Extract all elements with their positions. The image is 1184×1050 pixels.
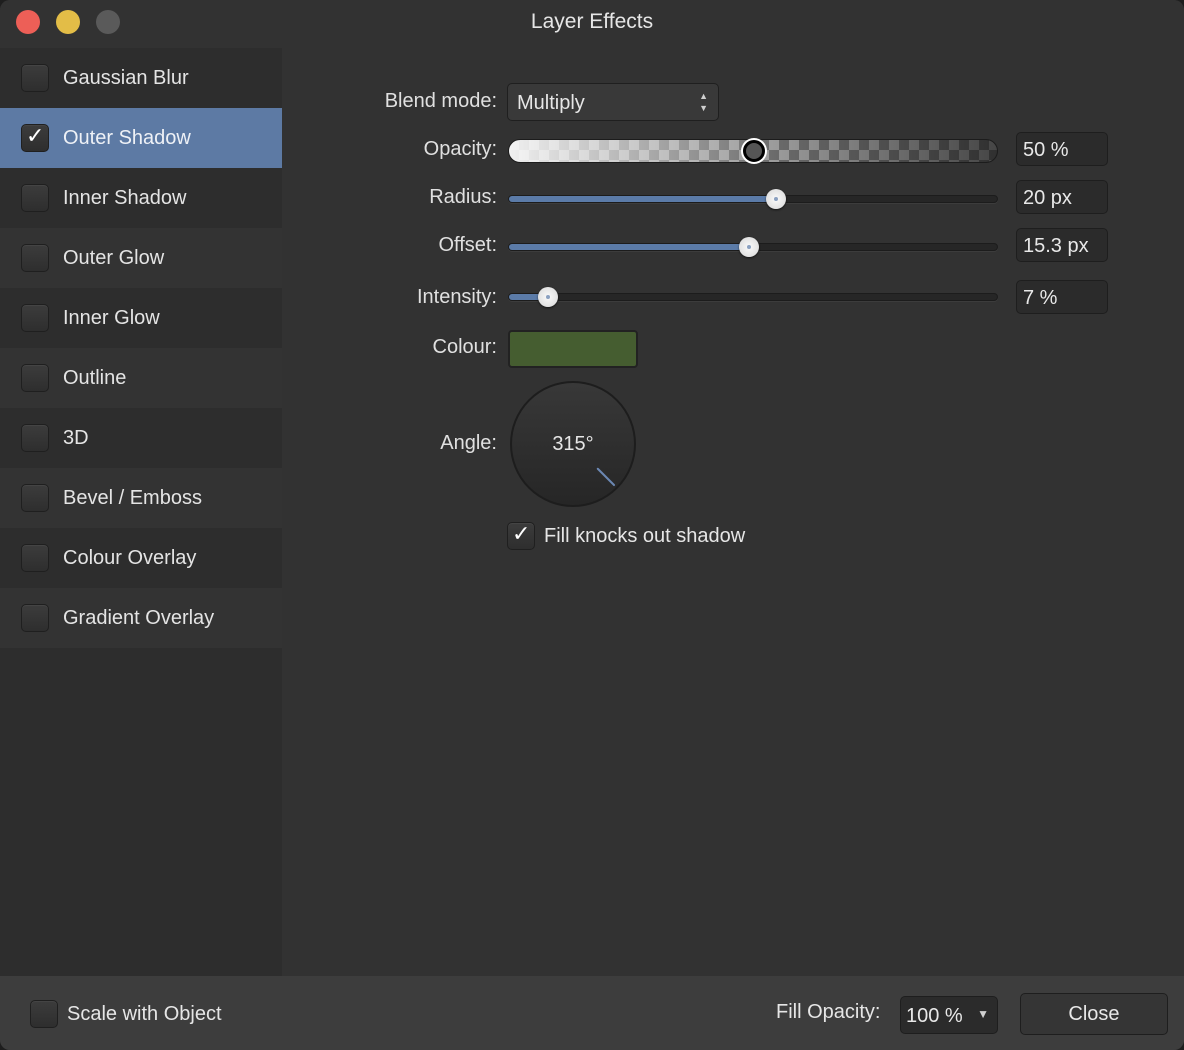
colour-label: Colour: [432, 336, 497, 358]
intensity-label: Intensity: [416, 286, 497, 308]
opacity-field[interactable]: 50 % [1016, 132, 1108, 166]
footer-bar: Scale with Object Fill Opacity: 100 % ▼ … [0, 976, 1184, 1050]
close-button[interactable]: Close [1020, 993, 1168, 1035]
effect-checkbox[interactable] [21, 184, 49, 212]
opacity-label: Opacity: [423, 138, 497, 160]
stepper-arrows-icon: ▲ ▼ [699, 91, 708, 113]
window-title: Layer Effects [530, 10, 654, 33]
effect-label: Gradient Overlay [63, 606, 215, 629]
effect-checkbox[interactable]: ✓ [21, 124, 49, 152]
angle-label: Angle: [440, 432, 497, 454]
fill-knocks-out-checkbox[interactable]: ✓ [507, 522, 535, 550]
angle-indicator [596, 467, 616, 487]
fill-opacity-label: Fill Opacity: [776, 1001, 881, 1023]
title-bar: Layer Effects [0, 0, 1184, 46]
fill-opacity-value: 100 % [906, 1005, 963, 1027]
effect-checkbox[interactable] [21, 364, 49, 392]
effect-checkbox[interactable] [21, 304, 49, 332]
effect-item-inner-glow[interactable]: Inner Glow [0, 288, 282, 348]
effect-item-outline[interactable]: Outline [0, 348, 282, 408]
effect-item-bevel-emboss[interactable]: Bevel / Emboss [0, 468, 282, 528]
layer-effects-window: Layer Effects Gaussian Blur ✓ Outer Shadow… [0, 0, 1184, 1050]
effect-label: Inner Glow [63, 306, 160, 329]
offset-field[interactable]: 15.3 px [1016, 228, 1108, 262]
effects-list: Gaussian Blur ✓ Outer Shadow Inner Shadow Ou… [0, 48, 282, 976]
effect-item-colour-overlay[interactable]: Colour Overlay [0, 528, 282, 588]
intensity-slider[interactable] [508, 287, 998, 307]
radius-slider-fill [509, 196, 776, 202]
radius-value: 20 px [1023, 187, 1072, 209]
effect-item-3d[interactable]: 3D [0, 408, 282, 468]
radius-field[interactable]: 20 px [1016, 180, 1108, 214]
effect-label: Bevel / Emboss [63, 486, 202, 509]
effect-checkbox[interactable] [21, 604, 49, 632]
effect-label: 3D [63, 426, 89, 449]
effect-item-gaussian-blur[interactable]: Gaussian Blur [0, 48, 282, 108]
opacity-slider[interactable] [508, 139, 998, 163]
scale-with-object-row[interactable]: Scale with Object [30, 1000, 222, 1028]
scale-with-object-checkbox[interactable] [30, 1000, 58, 1028]
effect-item-outer-shadow[interactable]: ✓ Outer Shadow [0, 108, 282, 168]
fill-knocks-out-label: Fill knocks out shadow [544, 524, 746, 547]
offset-slider-fill [509, 244, 750, 250]
effect-label: Inner Shadow [63, 186, 187, 209]
effect-label: Colour Overlay [63, 546, 197, 569]
effect-checkbox[interactable] [21, 64, 49, 92]
blend-mode-label: Blend mode: [384, 90, 497, 112]
offset-value: 15.3 px [1023, 235, 1089, 257]
offset-label: Offset: [438, 234, 497, 256]
intensity-value: 7 % [1023, 287, 1058, 309]
effect-label: Outer Glow [63, 246, 165, 269]
radius-slider-handle[interactable] [765, 189, 786, 209]
effect-checkbox[interactable] [21, 544, 49, 572]
fill-knocks-out-checkbox-row[interactable]: ✓ Fill knocks out shadow [507, 522, 745, 550]
effect-label: Gaussian Blur [63, 66, 189, 89]
fill-opacity-select[interactable]: 100 % ▼ [900, 996, 998, 1034]
effect-item-gradient-overlay[interactable]: Gradient Overlay [0, 588, 282, 648]
offset-slider-handle[interactable] [739, 237, 760, 257]
opacity-slider-handle[interactable] [743, 140, 765, 162]
radius-slider[interactable] [508, 189, 998, 209]
effect-label: Outline [63, 366, 127, 389]
effect-item-outer-glow[interactable]: Outer Glow [0, 228, 282, 288]
opacity-value: 50 % [1023, 139, 1069, 161]
checkmark-icon: ✓ [26, 124, 45, 149]
scale-with-object-label: Scale with Object [67, 1002, 222, 1025]
effect-item-inner-shadow[interactable]: Inner Shadow [0, 168, 282, 228]
blend-mode-select[interactable]: Multiply ▲ ▼ [507, 83, 719, 121]
dropdown-arrow-icon: ▼ [977, 1007, 989, 1021]
checkmark-icon: ✓ [512, 522, 531, 547]
offset-slider[interactable] [508, 237, 998, 257]
intensity-field[interactable]: 7 % [1016, 280, 1108, 314]
effect-checkbox[interactable] [21, 244, 49, 272]
effect-checkbox[interactable] [21, 424, 49, 452]
blend-mode-value: Multiply [517, 92, 585, 114]
colour-swatch[interactable] [508, 330, 638, 368]
effect-checkbox[interactable] [21, 484, 49, 512]
radius-label: Radius: [429, 186, 497, 208]
angle-dial[interactable]: 315° [510, 381, 636, 507]
effect-label: Outer Shadow [63, 126, 191, 149]
